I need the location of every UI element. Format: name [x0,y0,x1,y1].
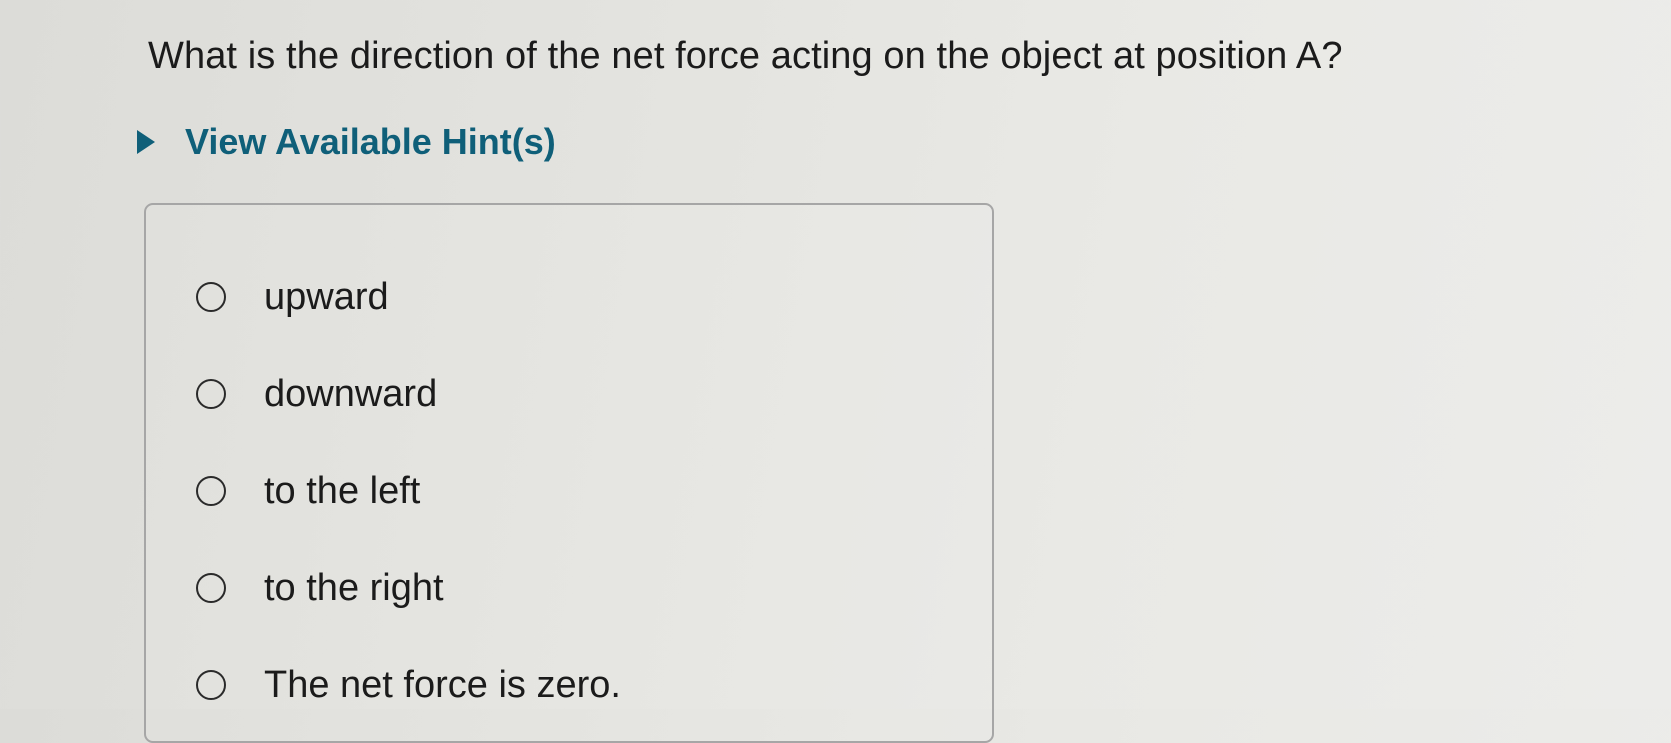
option-label: downward [264,373,438,415]
option-upward[interactable]: upward [196,271,389,323]
option-to-the-left[interactable]: to the left [196,465,420,517]
option-downward[interactable]: downward [196,368,437,420]
question-text: What is the direction of the net force a… [148,35,1343,77]
radio-button-net-force-zero[interactable] [196,670,226,700]
option-label: upward [264,276,389,318]
answer-options-box: upward downward to the left to the right… [144,203,994,743]
radio-button-upward[interactable] [196,282,226,312]
view-hints-toggle[interactable]: View Available Hint(s) [137,117,556,167]
radio-button-to-the-right[interactable] [196,573,226,603]
option-label: to the right [264,567,444,609]
option-to-the-right[interactable]: to the right [196,562,444,614]
option-net-force-zero[interactable]: The net force is zero. [196,659,621,711]
radio-button-to-the-left[interactable] [196,476,226,506]
option-label: to the left [264,470,421,512]
triangle-right-icon [137,130,155,154]
option-label: The net force is zero. [264,664,621,706]
radio-button-downward[interactable] [196,379,226,409]
view-hints-label: View Available Hint(s) [185,121,556,162]
